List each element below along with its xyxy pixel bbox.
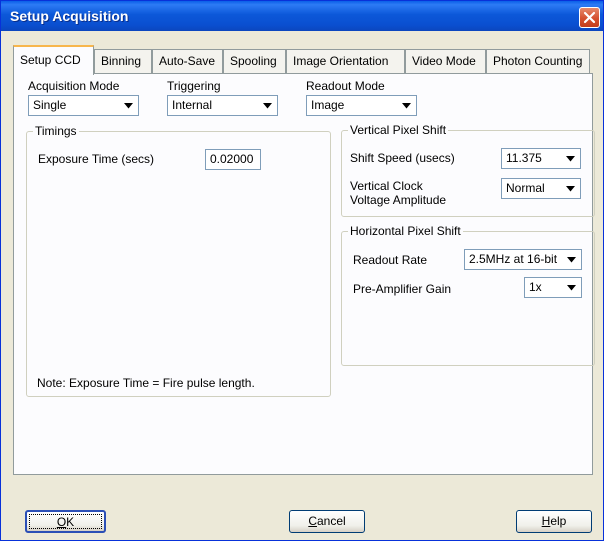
timings-title: Timings	[33, 124, 79, 138]
title-bar[interactable]: Setup Acquisition	[1, 1, 603, 31]
horizontal-pixel-shift-title: Horizontal Pixel Shift	[348, 224, 463, 238]
acquisition-mode-value: Single	[33, 98, 67, 112]
chevron-down-icon[interactable]	[120, 97, 137, 114]
triggering-label: Triggering	[167, 79, 221, 93]
window-title: Setup Acquisition	[10, 8, 129, 24]
close-icon	[583, 11, 596, 24]
tab-photon-counting[interactable]: Photon Counting	[486, 49, 590, 74]
ok-button[interactable]: OK	[25, 510, 106, 533]
cancel-label-rest: ancel	[316, 514, 346, 528]
tab-setup-ccd[interactable]: Setup CCD	[13, 45, 94, 75]
chevron-down-icon[interactable]	[259, 97, 276, 114]
tab-label: Auto-Save	[159, 54, 216, 68]
close-button[interactable]	[579, 7, 600, 28]
chevron-down-icon[interactable]	[562, 180, 579, 197]
vertical-clock-label-line1: Vertical Clock	[350, 179, 423, 193]
tab-label: Photon Counting	[493, 54, 583, 68]
pre-amplifier-gain-label: Pre-Amplifier Gain	[353, 282, 452, 296]
chevron-down-icon[interactable]	[563, 279, 580, 296]
cancel-button[interactable]: Cancel	[289, 510, 365, 533]
exposure-time-label: Exposure Time (secs)	[38, 152, 155, 166]
chevron-down-icon[interactable]	[562, 150, 579, 167]
help-label-rest: elp	[550, 514, 567, 528]
tab-image-orientation[interactable]: Image Orientation	[286, 49, 405, 74]
setup-acquisition-dialog: Setup Acquisition Setup CCD Binning Auto…	[0, 0, 604, 541]
exposure-note: Note: Exposure Time = Fire pulse length.	[37, 376, 255, 390]
tab-label: Image Orientation	[293, 54, 389, 68]
vertical-pixel-shift-title: Vertical Pixel Shift	[348, 123, 449, 137]
tab-label: Spooling	[230, 54, 277, 68]
acquisition-mode-select[interactable]: Single	[28, 95, 139, 116]
vertical-clock-label-line2: Voltage Amplitude	[350, 193, 447, 207]
tab-spooling[interactable]: Spooling	[223, 49, 286, 74]
help-button[interactable]: Help	[516, 510, 592, 533]
readout-mode-value: Image	[311, 98, 345, 112]
tab-label: Binning	[101, 54, 142, 68]
pre-amplifier-gain-select[interactable]: 1x	[524, 277, 582, 298]
exposure-time-value: 0.02000	[210, 152, 254, 166]
tab-auto-save[interactable]: Auto-Save	[152, 49, 223, 74]
readout-mode-label: Readout Mode	[306, 79, 385, 93]
timings-group: Timings	[26, 124, 331, 397]
triggering-value: Internal	[172, 98, 213, 112]
shift-speed-label: Shift Speed (usecs)	[350, 151, 455, 165]
readout-rate-label: Readout Rate	[353, 253, 428, 267]
readout-rate-select[interactable]: 2.5MHz at 16-bit	[464, 249, 582, 270]
shift-speed-value: 11.375	[506, 151, 542, 165]
readout-mode-select[interactable]: Image	[306, 95, 417, 116]
chevron-down-icon[interactable]	[563, 251, 580, 268]
chevron-down-icon[interactable]	[398, 97, 415, 114]
vertical-clock-value: Normal	[506, 181, 545, 195]
tab-binning[interactable]: Binning	[94, 49, 152, 74]
acquisition-mode-label: Acquisition Mode	[28, 79, 120, 93]
focus-rectangle	[29, 514, 102, 529]
cancel-mnemonic: C	[308, 514, 317, 528]
exposure-time-input[interactable]: 0.02000	[205, 149, 261, 170]
shift-speed-select[interactable]: 11.375	[501, 148, 581, 169]
vertical-clock-select[interactable]: Normal	[501, 178, 581, 199]
tab-label: Setup CCD	[20, 53, 81, 67]
triggering-select[interactable]: Internal	[167, 95, 278, 116]
pre-amplifier-gain-value: 1x	[529, 280, 542, 294]
tab-video-mode[interactable]: Video Mode	[405, 49, 486, 74]
tab-label: Video Mode	[412, 54, 476, 68]
readout-rate-value: 2.5MHz at 16-bit	[469, 252, 558, 266]
